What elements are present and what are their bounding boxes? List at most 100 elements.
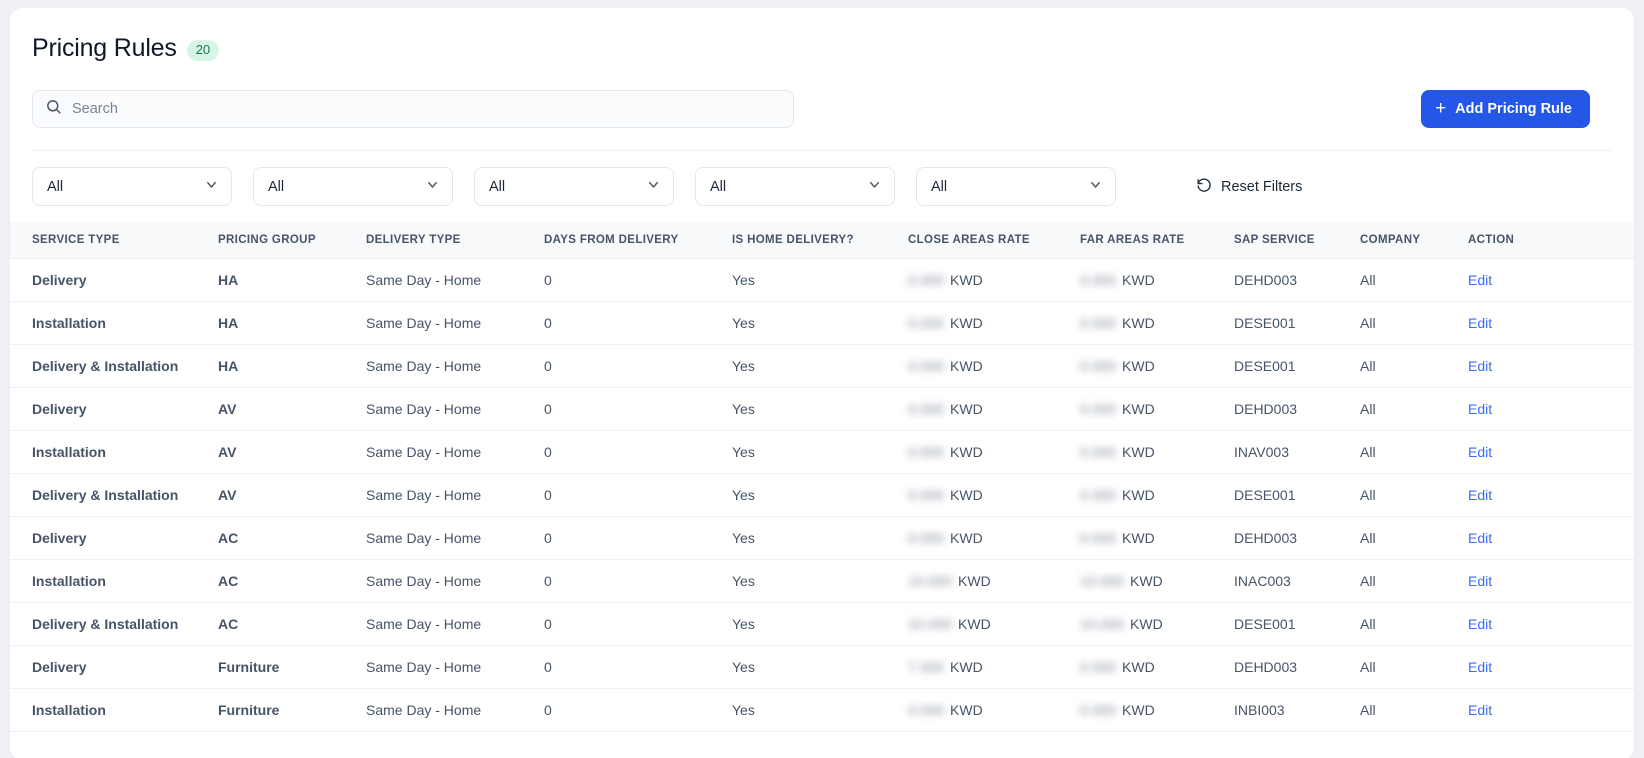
cell-pricing-group: AV xyxy=(218,400,237,417)
close-rate-value: 0.000 xyxy=(908,701,945,718)
close-rate-currency: KWD xyxy=(950,658,983,675)
close-rate-value: 10.000 xyxy=(908,572,953,589)
add-pricing-rule-button[interactable]: + Add Pricing Rule xyxy=(1421,90,1590,128)
filter-company[interactable]: All xyxy=(916,167,1116,206)
chevron-down-icon xyxy=(646,177,661,197)
filter-service-type[interactable]: All xyxy=(32,167,232,206)
far-rate-value: 10.000 xyxy=(1080,615,1125,632)
cell-days-from-delivery: 0 xyxy=(544,486,552,503)
close-rate-currency: KWD xyxy=(950,529,983,546)
cell-close-areas-rate: 7.000 KWD xyxy=(908,645,1080,688)
cell-company: All xyxy=(1360,529,1376,546)
cell-days-from-delivery: 0 xyxy=(544,314,552,331)
reset-filters-button[interactable]: Reset Filters xyxy=(1196,177,1302,196)
cell-service-type: Delivery xyxy=(32,400,87,417)
cell-sap-service: DESE001 xyxy=(1234,357,1296,374)
cell-delivery-type: Same Day - Home xyxy=(366,486,482,503)
search-input[interactable] xyxy=(72,91,781,127)
chevron-down-icon xyxy=(1088,177,1103,197)
filter-pricing-group[interactable]: All xyxy=(253,167,453,206)
close-rate-currency: KWD xyxy=(950,357,983,374)
edit-link[interactable]: Edit xyxy=(1468,616,1492,632)
cell-company: All xyxy=(1360,400,1376,417)
search-input-wrapper[interactable] xyxy=(32,90,794,128)
cell-days-from-delivery: 0 xyxy=(544,443,552,460)
table-row: Delivery HA Same Day - Home 0 Yes 0.000 KWD 0.0… xyxy=(10,258,1634,301)
col-is-home-delivery: IS HOME DELIVERY? xyxy=(732,222,908,259)
cell-pricing-group: Furniture xyxy=(218,701,280,718)
edit-link[interactable]: Edit xyxy=(1468,401,1492,417)
cell-far-areas-rate: 0.000 KWD xyxy=(1080,344,1234,387)
cell-sap-service: DEHD003 xyxy=(1234,529,1298,546)
cell-service-type: Installation xyxy=(32,443,106,460)
cell-far-areas-rate: 0.000 KWD xyxy=(1080,301,1234,344)
far-rate-value: 0.000 xyxy=(1080,658,1117,675)
far-rate-value: 0.000 xyxy=(1080,357,1117,374)
cell-service-type: Delivery & Installation xyxy=(32,486,179,503)
search-icon xyxy=(45,98,62,120)
page-title: Pricing Rules xyxy=(32,34,177,62)
cell-service-type: Delivery xyxy=(32,271,87,288)
far-rate-currency: KWD xyxy=(1130,615,1163,632)
far-rate-value: 10.000 xyxy=(1080,572,1125,589)
cell-delivery-type: Same Day - Home xyxy=(366,314,482,331)
search-row: + Add Pricing Rule xyxy=(32,90,1612,128)
col-days-from-delivery: DAYS FROM DELIVERY xyxy=(544,222,732,259)
edit-link[interactable]: Edit xyxy=(1468,358,1492,374)
col-delivery-type: DELIVERY TYPE xyxy=(366,222,544,259)
cell-service-type: Delivery xyxy=(32,529,87,546)
edit-link[interactable]: Edit xyxy=(1468,315,1492,331)
edit-link[interactable]: Edit xyxy=(1468,702,1492,718)
filter-home-delivery-control[interactable]: All xyxy=(695,167,895,206)
reset-filters-label: Reset Filters xyxy=(1221,178,1303,195)
cell-sap-service: INBI003 xyxy=(1234,701,1285,718)
pricing-rules-table: SERVICE TYPE PRICING GROUP DELIVERY TYPE… xyxy=(10,222,1634,732)
edit-link[interactable]: Edit xyxy=(1468,659,1492,675)
filter-delivery-type-control[interactable]: All xyxy=(474,167,674,206)
rotate-ccw-icon xyxy=(1196,177,1212,196)
col-far-areas-rate: FAR AREAS RATE xyxy=(1080,222,1234,259)
filter-home-delivery[interactable]: All xyxy=(695,167,895,206)
table-row: Delivery & Installation AV Same Day - Home… xyxy=(10,473,1634,516)
far-rate-currency: KWD xyxy=(1122,658,1155,675)
cell-far-areas-rate: 0.000 KWD xyxy=(1080,688,1234,731)
cell-days-from-delivery: 0 xyxy=(544,701,552,718)
far-rate-currency: KWD xyxy=(1122,443,1155,460)
far-rate-value: 0.000 xyxy=(1080,529,1117,546)
cell-company: All xyxy=(1360,615,1376,632)
cell-delivery-type: Same Day - Home xyxy=(366,658,482,675)
edit-link[interactable]: Edit xyxy=(1468,530,1492,546)
table-row: Installation Furniture Same Day - Home 0 Yes… xyxy=(10,688,1634,731)
close-rate-currency: KWD xyxy=(958,615,991,632)
cell-company: All xyxy=(1360,658,1376,675)
close-rate-currency: KWD xyxy=(950,400,983,417)
cell-service-type: Installation xyxy=(32,572,106,589)
cell-sap-service: DESE001 xyxy=(1234,486,1296,503)
far-rate-currency: KWD xyxy=(1122,400,1155,417)
cell-far-areas-rate: 0.000 KWD xyxy=(1080,430,1234,473)
filter-company-control[interactable]: All xyxy=(916,167,1116,206)
filter-pricing-group-control[interactable]: All xyxy=(253,167,453,206)
far-rate-value: 0.000 xyxy=(1080,486,1117,503)
far-rate-value: 0.000 xyxy=(1080,314,1117,331)
cell-is-home-delivery: Yes xyxy=(732,400,755,417)
close-rate-value: 10.000 xyxy=(908,615,953,632)
filter-service-type-control[interactable]: All xyxy=(32,167,232,206)
close-rate-currency: KWD xyxy=(958,572,991,589)
close-rate-currency: KWD xyxy=(950,443,983,460)
cell-close-areas-rate: 0.000 KWD xyxy=(908,344,1080,387)
cell-is-home-delivery: Yes xyxy=(732,357,755,374)
card-header: Pricing Rules 20 + Add Pricing Rule xyxy=(10,8,1634,151)
cell-sap-service: DEHD003 xyxy=(1234,658,1298,675)
edit-link[interactable]: Edit xyxy=(1468,272,1492,288)
cell-days-from-delivery: 0 xyxy=(544,271,552,288)
filter-delivery-type[interactable]: All xyxy=(474,167,674,206)
col-pricing-group: PRICING GROUP xyxy=(218,222,366,259)
edit-link[interactable]: Edit xyxy=(1468,487,1492,503)
cell-far-areas-rate: 10.000 KWD xyxy=(1080,602,1234,645)
cell-delivery-type: Same Day - Home xyxy=(366,443,482,460)
col-sap-service: SAP SERVICE xyxy=(1234,222,1360,259)
edit-link[interactable]: Edit xyxy=(1468,573,1492,589)
cell-close-areas-rate: 0.000 KWD xyxy=(908,258,1080,301)
edit-link[interactable]: Edit xyxy=(1468,444,1492,460)
